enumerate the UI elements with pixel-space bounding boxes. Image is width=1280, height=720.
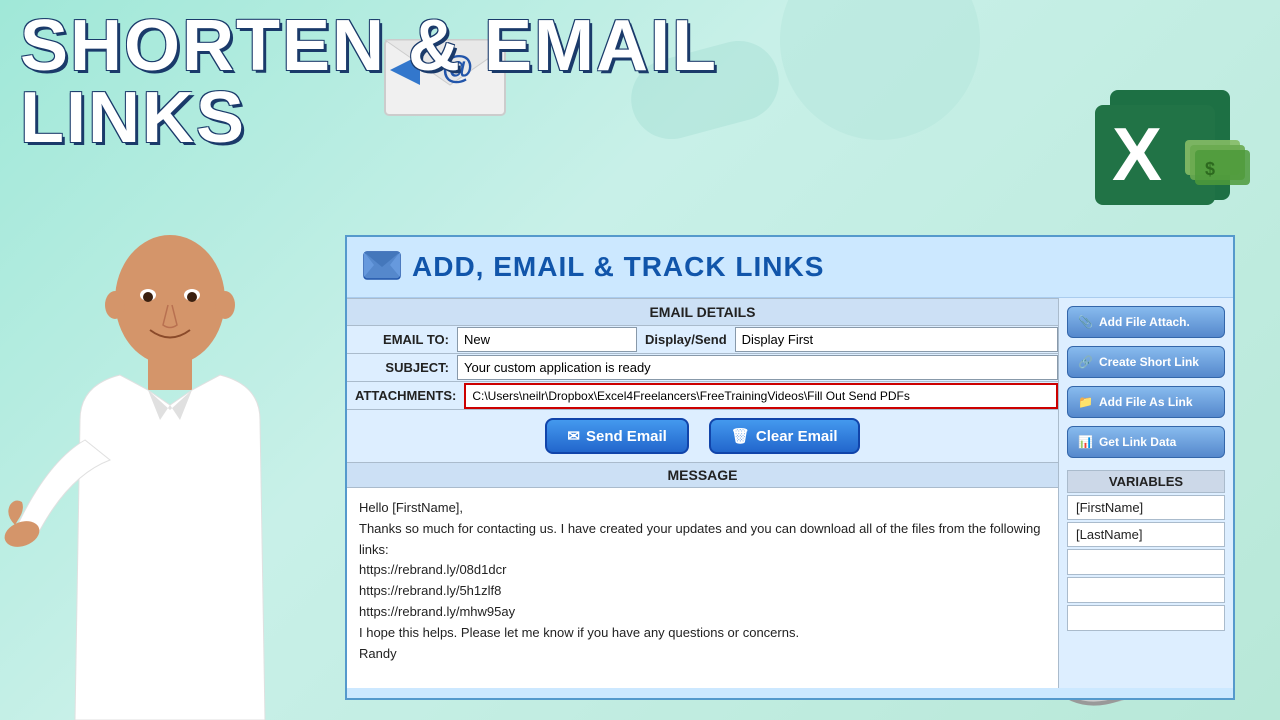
email-details-header: EMAIL DETAILS bbox=[347, 298, 1058, 326]
message-line-1: Hello [FirstName], bbox=[359, 498, 1046, 519]
subject-input[interactable] bbox=[457, 355, 1058, 380]
title-block: SHORTEN & EMAIL LINKS bbox=[20, 10, 718, 154]
svg-text:$: $ bbox=[1205, 159, 1215, 179]
add-file-attach-label: Add File Attach. bbox=[1099, 315, 1190, 329]
add-file-as-link-button[interactable]: 📁 Add File As Link bbox=[1067, 386, 1225, 418]
add-file-attach-icon: 📎 bbox=[1078, 315, 1093, 329]
panel-header: ADD, EMAIL & TRACK LINKS bbox=[347, 237, 1233, 298]
message-line-7: Randy bbox=[359, 644, 1046, 665]
title-line1: SHORTEN & EMAIL bbox=[20, 10, 718, 82]
subject-row: SUBJECT: bbox=[347, 354, 1058, 382]
variable-empty-1 bbox=[1067, 549, 1225, 575]
main-panel: ADD, EMAIL & TRACK LINKS EMAIL DETAILS E… bbox=[345, 235, 1235, 700]
email-to-input[interactable] bbox=[457, 327, 637, 352]
clear-email-icon: 🗑 bbox=[731, 427, 750, 445]
create-short-link-icon: 🔗 bbox=[1078, 355, 1093, 369]
add-file-as-link-icon: 📁 bbox=[1078, 395, 1093, 409]
message-line-6: I hope this helps. Please let me know if… bbox=[359, 623, 1046, 644]
panel-header-icon bbox=[362, 247, 402, 287]
attachments-label: ATTACHMENTS: bbox=[347, 382, 464, 409]
clear-email-button[interactable]: 🗑 Clear Email bbox=[709, 418, 860, 454]
attachments-input[interactable] bbox=[464, 383, 1058, 409]
message-section: MESSAGE Hello [FirstName], Thanks so muc… bbox=[347, 462, 1058, 688]
display-send-label: Display/Send bbox=[637, 326, 735, 353]
attachments-row: ATTACHMENTS: bbox=[347, 382, 1058, 410]
create-short-link-label: Create Short Link bbox=[1099, 355, 1199, 369]
get-link-data-icon: 📊 bbox=[1078, 435, 1093, 449]
message-body: Hello [FirstName], Thanks so much for co… bbox=[347, 488, 1058, 688]
variable-lastname: [LastName] bbox=[1067, 522, 1225, 547]
message-line-4: https://rebrand.ly/5h1zlf8 bbox=[359, 581, 1046, 602]
clear-email-label: Clear Email bbox=[756, 428, 838, 445]
variables-header: VARIABLES bbox=[1067, 470, 1225, 493]
get-link-data-button[interactable]: 📊 Get Link Data bbox=[1067, 426, 1225, 458]
svg-text:X: X bbox=[1112, 112, 1162, 196]
subject-label: SUBJECT: bbox=[347, 354, 457, 381]
add-file-as-link-label: Add File As Link bbox=[1099, 395, 1193, 409]
message-line-3: https://rebrand.ly/08d1dcr bbox=[359, 560, 1046, 581]
excel-logo: X $ bbox=[1090, 80, 1250, 210]
add-file-attach-button[interactable]: 📎 Add File Attach. bbox=[1067, 306, 1225, 338]
message-line-5: https://rebrand.ly/mhw95ay bbox=[359, 602, 1046, 623]
right-sidebar: 📎 Add File Attach. 🔗 Create Short Link 📁… bbox=[1058, 298, 1233, 688]
variable-empty-2 bbox=[1067, 577, 1225, 603]
buttons-row: ✉ Send Email 🗑 Clear Email bbox=[347, 410, 1058, 462]
email-details-section: EMAIL DETAILS EMAIL TO: Display/Send SUB… bbox=[347, 298, 1058, 410]
panel-body: EMAIL DETAILS EMAIL TO: Display/Send SUB… bbox=[347, 298, 1233, 688]
message-header: MESSAGE bbox=[347, 463, 1058, 488]
send-email-icon: ✉ bbox=[567, 427, 580, 445]
display-send-input[interactable] bbox=[735, 327, 1058, 352]
variable-firstname: [FirstName] bbox=[1067, 495, 1225, 520]
person-image bbox=[0, 220, 340, 720]
get-link-data-label: Get Link Data bbox=[1099, 435, 1176, 449]
send-email-label: Send Email bbox=[586, 428, 667, 445]
panel-title: ADD, EMAIL & TRACK LINKS bbox=[412, 251, 824, 283]
email-to-label: EMAIL TO: bbox=[347, 326, 457, 353]
content-area: EMAIL DETAILS EMAIL TO: Display/Send SUB… bbox=[347, 298, 1058, 688]
variables-section: VARIABLES [FirstName] [LastName] bbox=[1067, 470, 1225, 633]
send-email-button[interactable]: ✉ Send Email bbox=[545, 418, 688, 454]
message-line-2: Thanks so much for contacting us. I have… bbox=[359, 519, 1046, 561]
variable-empty-3 bbox=[1067, 605, 1225, 631]
email-to-row: EMAIL TO: Display/Send bbox=[347, 326, 1058, 354]
create-short-link-button[interactable]: 🔗 Create Short Link bbox=[1067, 346, 1225, 378]
title-line2: LINKS bbox=[20, 82, 718, 154]
